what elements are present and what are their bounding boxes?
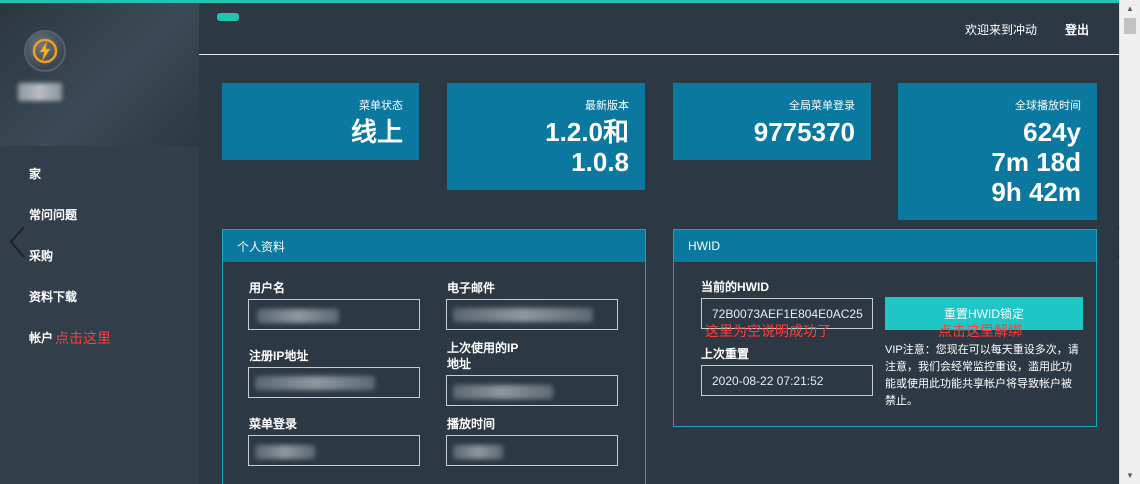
registration-ip-label: 注册IP地址 [249, 349, 309, 363]
email-field[interactable] [446, 299, 618, 330]
sidebar-item-label: 家 [29, 167, 42, 181]
current-hwid-value: 72B0073AEF1E804E0AC25 [712, 306, 863, 321]
sidebar-item-label: 常问问题 [29, 208, 78, 222]
registration-ip-field[interactable] [248, 367, 420, 398]
last-reset-field[interactable]: 2020-08-22 07:21:52 [701, 365, 873, 396]
last-reset-label: 上次重置 [701, 347, 750, 361]
sidebar-item-downloads[interactable]: 资料下载 [0, 276, 199, 317]
sidebar-item-label: 资料下载 [29, 290, 78, 304]
welcome-text: 欢迎来到冲动 [964, 23, 1037, 37]
vertical-scrollbar[interactable]: ▲ ▼ [1119, 0, 1140, 484]
obscured-value [453, 385, 553, 399]
scroll-down-arrow-icon[interactable]: ▼ [1120, 467, 1140, 484]
username-obscured [18, 83, 62, 101]
sidebar-nav: 家 常问问题 采购 资料下载 帐户 点击这里 [0, 153, 199, 358]
sidebar-item-purchase[interactable]: 采购 [0, 235, 199, 276]
sidebar-profile-area [0, 3, 199, 146]
menu-login-field[interactable] [248, 435, 420, 466]
previous-page-chevron-icon[interactable] [8, 225, 28, 259]
menu-toggle-button[interactable] [217, 13, 239, 21]
obscured-value [255, 376, 375, 390]
last-ip-label: 上次使用的IP 地址 [447, 341, 519, 371]
last-reset-value: 2020-08-22 07:21:52 [712, 373, 824, 388]
panel-title: HWID [674, 230, 1096, 262]
reset-hwid-label: 重置HWID锁定 [944, 307, 1024, 321]
top-header: 欢迎来到冲动 登出 [199, 3, 1119, 55]
menu-login-label: 菜单登录 [249, 417, 298, 431]
stat-value: 9775370 [753, 117, 855, 147]
logout-link[interactable]: 登出 [1065, 21, 1089, 38]
playtime-label: 播放时间 [447, 417, 496, 431]
playtime-field[interactable] [446, 435, 618, 466]
annotation-empty-means-success: 这里为空说明成功了 [705, 323, 831, 339]
sidebar: 家 常问问题 采购 资料下载 帐户 点击这里 [0, 3, 199, 484]
sidebar-item-faq[interactable]: 常问问题 [0, 194, 199, 235]
stat-label: 全球播放时间 [1015, 100, 1081, 112]
panel-title: 个人资料 [223, 230, 645, 262]
username-label: 用户名 [249, 281, 286, 295]
annotation-click-here: 点击这里 [55, 329, 112, 346]
stat-label: 全局菜单登录 [789, 100, 855, 112]
sidebar-item-home[interactable]: 家 [0, 153, 199, 194]
scroll-up-arrow-icon[interactable]: ▲ [1120, 0, 1140, 17]
username-field[interactable] [248, 299, 420, 330]
sidebar-item-account[interactable]: 帐户 点击这里 [0, 317, 199, 358]
sidebar-item-label: 采购 [29, 249, 54, 263]
stat-value: 线上 [350, 117, 403, 147]
stat-label: 菜单状态 [359, 100, 403, 112]
last-ip-field[interactable] [446, 375, 618, 406]
stat-card-menu-status: 菜单状态 线上 [222, 83, 419, 160]
obscured-value [255, 445, 315, 459]
email-label: 电子邮件 [447, 281, 496, 295]
stat-card-latest-version: 最新版本 1.2.0和 1.0.8 [447, 83, 645, 190]
stat-value: 624y 7m 18d 9h 42m [991, 117, 1081, 207]
sidebar-item-label: 帐户 [29, 331, 54, 345]
stat-card-global-logins: 全局菜单登录 9775370 [673, 83, 871, 160]
lightning-logo-icon [24, 30, 66, 72]
vip-notice: VIP注意：您现在可以每天重设多次，请注意，我们会经常监控重设，滥用此功能或使用… [885, 344, 1079, 407]
stat-label: 最新版本 [585, 100, 629, 112]
obscured-value [453, 445, 503, 459]
current-hwid-label: 当前的HWID [701, 280, 769, 294]
stat-card-global-playtime: 全球播放时间 624y 7m 18d 9h 42m [898, 83, 1097, 220]
obscured-value [453, 308, 593, 322]
obscured-value [257, 309, 339, 323]
scrollbar-thumb[interactable] [1124, 18, 1136, 34]
annotation-click-to-unbind: 点击这里解绑 [938, 323, 1022, 339]
stat-value: 1.2.0和 1.0.8 [545, 117, 629, 177]
